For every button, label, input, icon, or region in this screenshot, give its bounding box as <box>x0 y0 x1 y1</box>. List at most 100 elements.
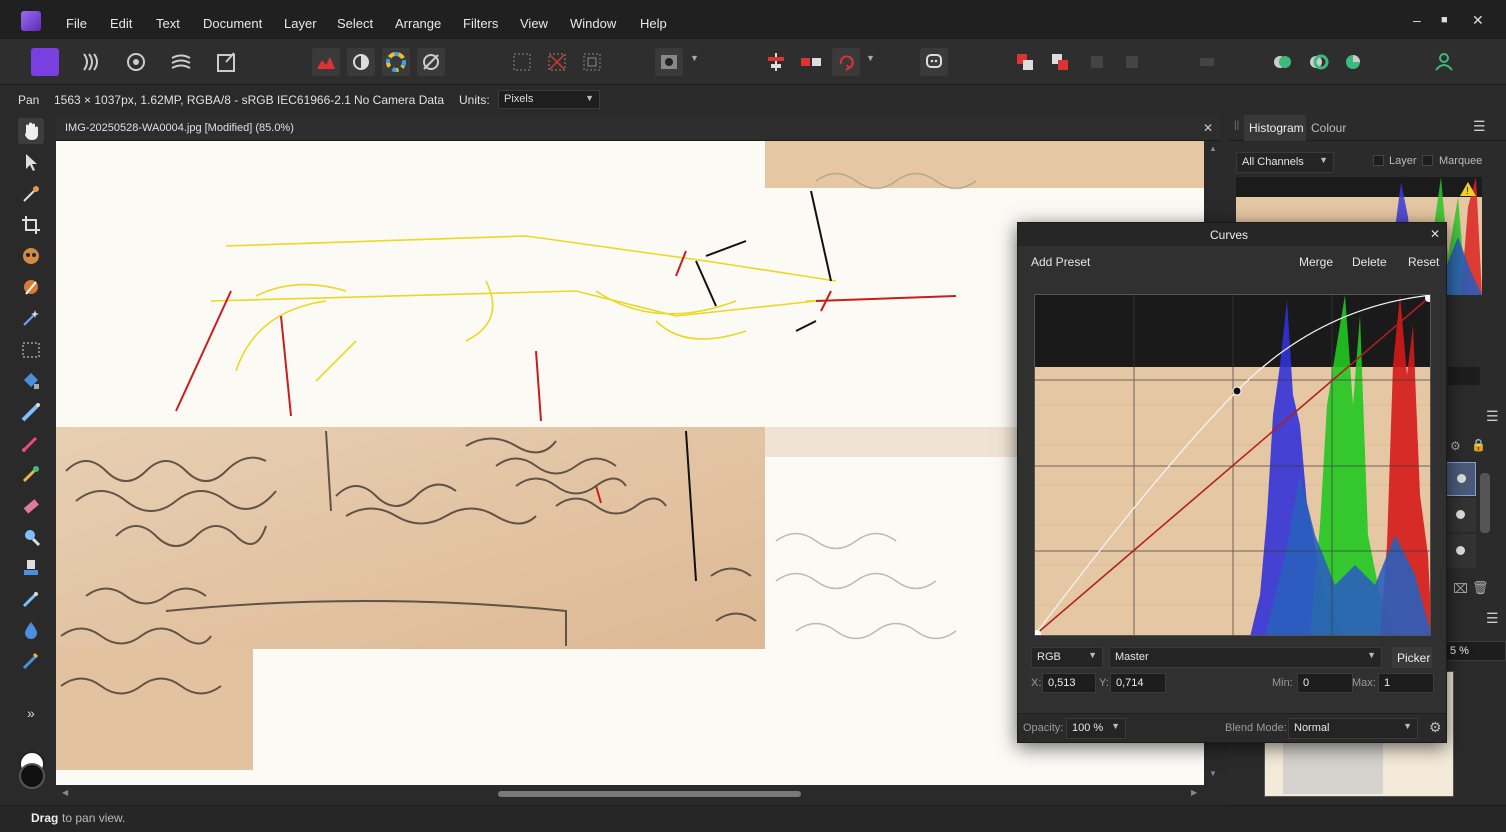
subtract-boolean-icon[interactable] <box>1339 48 1367 76</box>
layer-visibility-toggle[interactable] <box>1446 498 1476 532</box>
maximize-button[interactable]: ■ <box>1441 14 1448 26</box>
panel-menu-icon[interactable]: ☰ <box>1486 610 1499 627</box>
tab-histogram[interactable]: Histogram <box>1244 115 1306 141</box>
tab-colour[interactable]: Colour <box>1311 121 1346 135</box>
panel-menu-icon[interactable]: ☰ <box>1473 118 1486 135</box>
view-tool-icon[interactable] <box>18 118 44 144</box>
red-eye-tool-icon[interactable] <box>18 243 44 269</box>
selection-mode-icon[interactable] <box>508 48 536 76</box>
develop-persona-icon[interactable] <box>122 48 150 76</box>
units-select[interactable]: Pixels ▼ <box>498 90 600 109</box>
delete-button[interactable]: Delete <box>1352 255 1387 269</box>
layers-scrollbar[interactable] <box>1480 473 1490 533</box>
expand-tools-icon[interactable]: » <box>27 705 35 721</box>
liquify-persona-icon[interactable] <box>77 48 105 76</box>
mesh-warp-tool-icon[interactable] <box>18 648 44 674</box>
quick-mask-icon[interactable] <box>655 48 683 76</box>
gear-icon[interactable]: ⚙ <box>1429 719 1442 736</box>
chevron-down-icon[interactable]: ▼ <box>690 53 699 63</box>
clone-brush-tool-icon[interactable] <box>18 555 44 581</box>
marquee-checkbox[interactable] <box>1422 155 1433 166</box>
layer-checkbox[interactable] <box>1373 155 1384 166</box>
panel-menu-icon[interactable]: ☰ <box>1486 408 1499 425</box>
move-to-back-icon[interactable] <box>1011 48 1039 76</box>
scroll-left-icon[interactable]: ◀ <box>62 788 68 797</box>
menu-view[interactable]: View <box>520 16 548 31</box>
menu-file[interactable]: File <box>66 16 87 31</box>
account-icon[interactable] <box>1430 48 1458 76</box>
move-to-front-icon[interactable] <box>1118 48 1146 76</box>
menu-edit[interactable]: Edit <box>110 16 132 31</box>
menu-select[interactable]: Select <box>337 16 373 31</box>
scroll-up-icon[interactable]: ▲ <box>1209 144 1217 153</box>
crop-tool-icon[interactable] <box>18 212 44 238</box>
curves-title-bar[interactable]: Curves ✕ <box>1018 223 1446 246</box>
auto-white-balance-icon[interactable] <box>417 48 445 76</box>
auto-colours-icon[interactable] <box>382 48 410 76</box>
picker-button[interactable]: Picker <box>1392 647 1432 668</box>
layer-visibility-toggle[interactable] <box>1446 534 1476 568</box>
blur-brush-tool-icon[interactable] <box>18 617 44 643</box>
y-field[interactable]: 0,714 <box>1110 673 1166 693</box>
settings-icon[interactable]: ⚙ <box>1450 439 1461 453</box>
chevron-down-icon[interactable]: ▼ <box>866 53 875 63</box>
add-boolean-icon[interactable] <box>1268 48 1296 76</box>
marquee-tool-icon[interactable] <box>18 337 44 363</box>
adjustment-field[interactable] <box>1448 367 1480 385</box>
reset-button[interactable]: Reset <box>1408 255 1439 269</box>
close-curves-button[interactable]: ✕ <box>1430 227 1440 241</box>
curves-graph[interactable] <box>1034 294 1431 636</box>
menu-text[interactable]: Text <box>156 16 180 31</box>
forward-one-icon[interactable] <box>1083 48 1111 76</box>
horizontal-scrollbar[interactable]: ◀ ▶ <box>56 785 1204 803</box>
invert-selection-icon[interactable] <box>578 48 606 76</box>
merge-button[interactable]: Merge <box>1299 255 1333 269</box>
flood-fill-tool-icon[interactable] <box>18 274 44 300</box>
dodge-brush-tool-icon[interactable] <box>18 524 44 550</box>
close-window-button[interactable]: ✕ <box>1472 12 1484 29</box>
gradient-tool-icon[interactable] <box>18 399 44 425</box>
menu-help[interactable]: Help <box>640 16 667 31</box>
minimize-button[interactable]: ‒ <box>1413 12 1421 28</box>
colour-replacement-tool-icon[interactable] <box>18 461 44 487</box>
secondary-colour-swatch[interactable] <box>19 763 45 789</box>
x-field[interactable]: 0,513 <box>1042 673 1096 693</box>
max-field[interactable]: 1 <box>1378 673 1434 693</box>
trash-icon[interactable]: 🗑 <box>1472 580 1489 596</box>
channel-select[interactable]: Master ▼ <box>1109 647 1382 668</box>
menu-layer[interactable]: Layer <box>284 16 317 31</box>
add-preset-button[interactable]: Add Preset <box>1031 255 1090 269</box>
paint-brush-tool-icon[interactable] <box>18 430 44 456</box>
assistant-icon[interactable] <box>920 48 948 76</box>
menu-document[interactable]: Document <box>203 16 262 31</box>
scroll-right-icon[interactable]: ▶ <box>1191 788 1197 797</box>
min-field[interactable]: 0 <box>1297 673 1353 693</box>
opacity-select[interactable]: 100 % ▼ <box>1066 718 1126 739</box>
flip-icon[interactable] <box>797 48 825 76</box>
document-tab[interactable]: IMG-20250528-WA0004.jpg [Modified] (85.0… <box>56 116 1220 141</box>
insert-target-icon[interactable] <box>1193 48 1221 76</box>
layer-visibility-toggle[interactable] <box>1446 462 1476 496</box>
deselect-icon[interactable] <box>543 48 571 76</box>
horizontal-scroll-thumb[interactable] <box>498 791 801 797</box>
close-document-button[interactable]: ✕ <box>1203 121 1213 135</box>
menu-filters[interactable]: Filters <box>463 16 498 31</box>
export-persona-icon[interactable] <box>212 48 240 76</box>
menu-window[interactable]: Window <box>570 16 616 31</box>
photo-persona-icon[interactable] <box>31 48 59 76</box>
menu-arrange[interactable]: Arrange <box>395 16 441 31</box>
move-tool-icon[interactable] <box>18 149 44 175</box>
lock-icon[interactable]: 🔒 <box>1471 438 1486 452</box>
intersect-boolean-icon[interactable] <box>1304 48 1332 76</box>
delete-layer-icon[interactable]: ⌧ <box>1453 581 1468 597</box>
healing-brush-tool-icon[interactable] <box>18 586 44 612</box>
navigator-viewport[interactable] <box>1283 734 1383 794</box>
colour-picker-tool-icon[interactable] <box>18 181 44 207</box>
colour-space-select[interactable]: RGB ▼ <box>1031 647 1103 668</box>
auto-levels-icon[interactable] <box>312 48 340 76</box>
scroll-down-icon[interactable]: ▼ <box>1209 769 1217 778</box>
auto-contrast-icon[interactable] <box>347 48 375 76</box>
histogram-channel-select[interactable]: All Channels ▼ <box>1236 152 1334 173</box>
rotate-icon[interactable] <box>832 48 860 76</box>
back-one-icon[interactable] <box>1046 48 1074 76</box>
